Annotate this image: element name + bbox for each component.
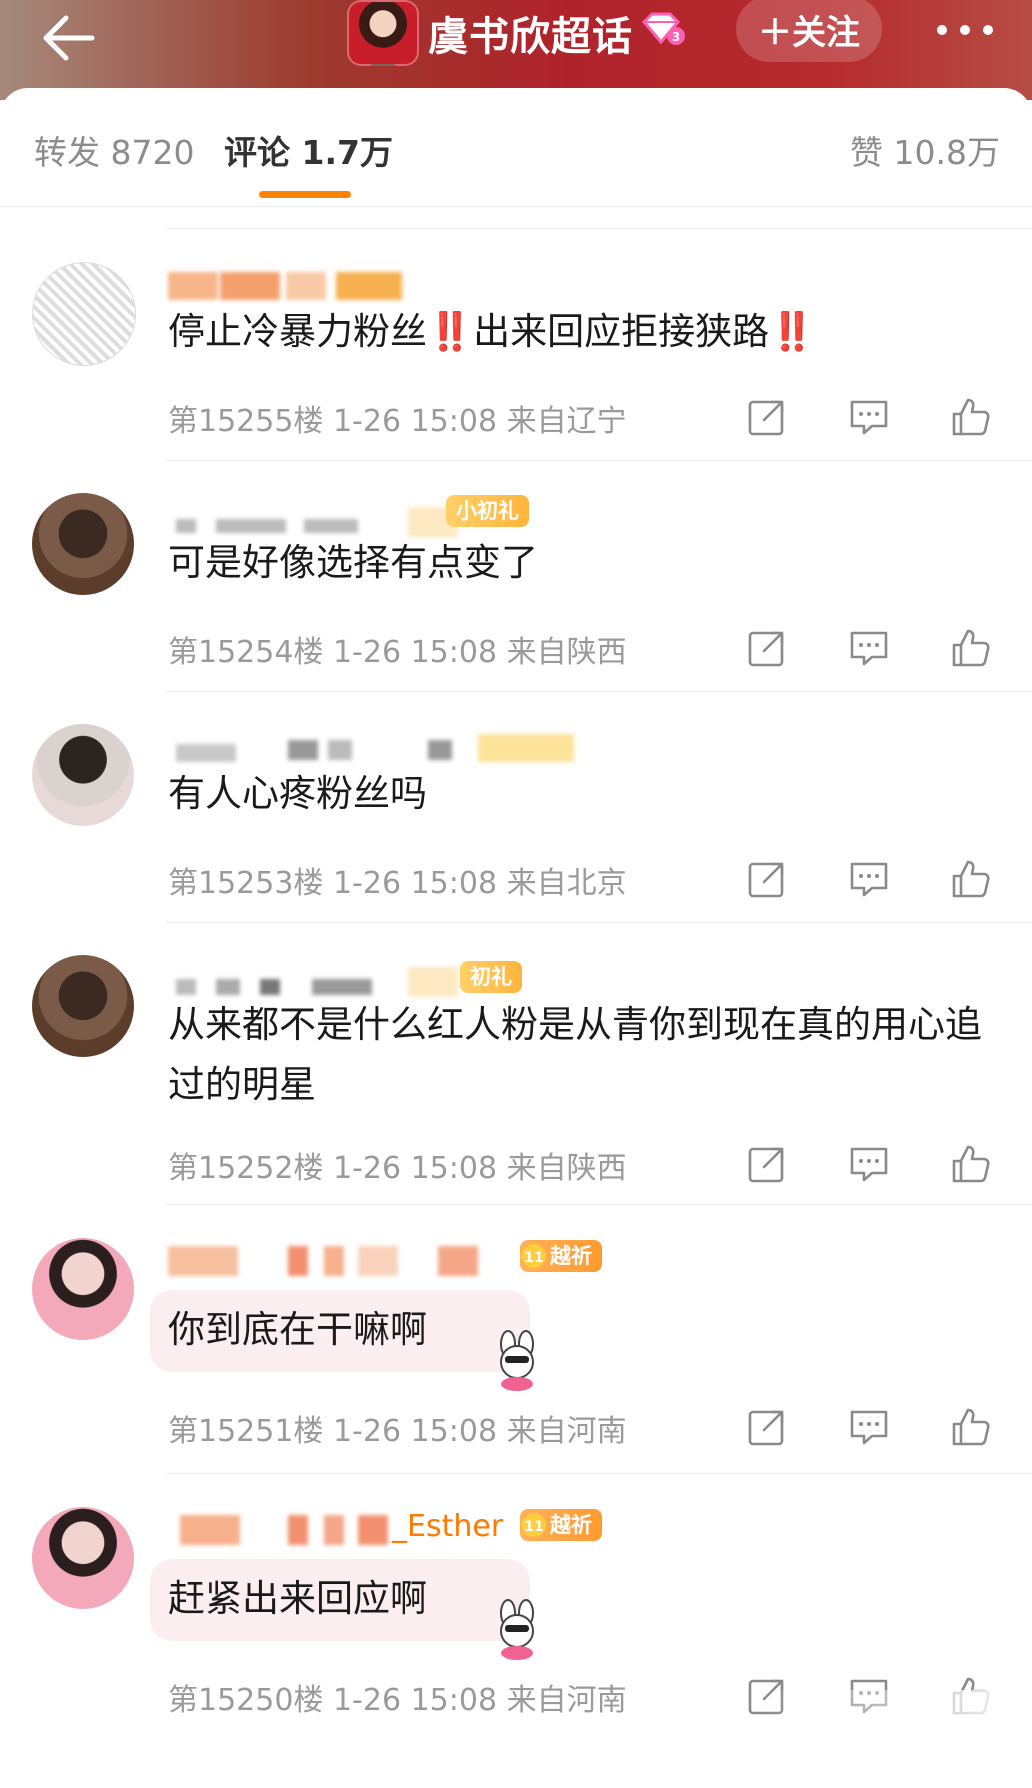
svg-text:11: 11: [524, 1519, 543, 1535]
topic-header: 虞书欣超话 3 ＋关注: [0, 0, 1032, 100]
username-redacted[interactable]: [168, 268, 408, 306]
bunny-sticker-icon: [500, 1330, 534, 1391]
comment-text: 你到底在干嘛啊: [168, 1308, 427, 1351]
tab-repost[interactable]: 转发 8720: [34, 126, 194, 174]
avatar[interactable]: [32, 1238, 134, 1340]
comment-meta: 第15255楼 1-26 15:08 来自辽宁: [168, 404, 627, 439]
divider: [166, 1473, 1032, 1474]
back-arrow-icon[interactable]: [36, 8, 106, 68]
username-redacted[interactable]: [168, 1242, 488, 1280]
double-exclamation-icon: ‼️: [427, 310, 474, 353]
comment-meta: 第15250楼 1-26 15:08 来自河南: [168, 1683, 627, 1718]
svg-text:11: 11: [524, 1250, 543, 1266]
divider: [166, 922, 1032, 923]
fan-level-icon: 11: [522, 1513, 546, 1537]
active-tab-indicator: [259, 191, 351, 198]
divider: [166, 228, 1032, 229]
comment-text-part: 停止冷暴力粉丝: [168, 310, 427, 353]
like-icon[interactable]: [950, 627, 992, 669]
topic-avatar[interactable]: [347, 0, 419, 66]
like-icon[interactable]: [950, 396, 992, 438]
follow-button[interactable]: ＋关注: [736, 0, 882, 62]
reply-icon[interactable]: [848, 1406, 890, 1448]
comment-text: 有人心疼粉丝吗: [168, 772, 427, 815]
watermark-fade: [760, 1690, 1020, 1726]
bunny-sticker-icon: [500, 1599, 534, 1660]
reply-icon[interactable]: [848, 858, 890, 900]
reply-icon[interactable]: [848, 627, 890, 669]
avatar[interactable]: [32, 493, 134, 595]
like-icon[interactable]: [950, 1143, 992, 1185]
divider: [166, 1204, 1032, 1205]
tab-comments[interactable]: 评论 1.7万: [224, 126, 393, 174]
like-icon[interactable]: [950, 858, 992, 900]
comment-text: 可是好像选择有点变了: [168, 541, 538, 584]
reply-icon[interactable]: [848, 396, 890, 438]
double-exclamation-icon: ‼️: [769, 310, 816, 353]
divider: [166, 460, 1032, 461]
topic-title[interactable]: 虞书欣超话: [428, 4, 633, 62]
comment-text: 停止冷暴力粉丝‼️出来回应拒接狭路‼️: [168, 302, 998, 362]
comment-meta: 第15251楼 1-26 15:08 来自河南: [168, 1414, 627, 1449]
comment-text: 从来都不是什么红人粉是从青你到现在真的用心追过的明星: [168, 1003, 982, 1106]
comment-meta: 第15254楼 1-26 15:08 来自陕西: [168, 635, 627, 670]
avatar[interactable]: [32, 955, 134, 1057]
tab-likes[interactable]: 赞 10.8万: [850, 126, 1000, 174]
share-icon[interactable]: [746, 858, 788, 900]
share-icon[interactable]: [746, 627, 788, 669]
avatar[interactable]: [32, 1507, 134, 1609]
svg-text:3: 3: [672, 30, 680, 44]
more-options-icon[interactable]: [930, 10, 1000, 50]
username-fragment[interactable]: _Esther: [392, 1509, 503, 1544]
comment-text-part: 出来回应拒接狭路: [473, 310, 770, 353]
fan-level-icon: 11: [522, 1244, 546, 1268]
comment-meta: 第15253楼 1-26 15:08 来自北京: [168, 866, 627, 901]
super-topic-gem-icon: 3: [641, 12, 685, 45]
share-icon[interactable]: [746, 1143, 788, 1185]
comment-text: 赶紧出来回应啊: [168, 1577, 427, 1620]
avatar[interactable]: [32, 724, 134, 826]
fan-badge[interactable]: 初礼: [460, 961, 522, 993]
share-icon[interactable]: [746, 396, 788, 438]
avatar[interactable]: [32, 262, 136, 366]
reply-icon[interactable]: [848, 1143, 890, 1185]
share-icon[interactable]: [746, 1406, 788, 1448]
comment-meta: 第15252楼 1-26 15:08 来自陕西: [168, 1151, 627, 1186]
divider: [166, 691, 1032, 692]
like-icon[interactable]: [950, 1406, 992, 1448]
fan-badge[interactable]: 小初礼: [446, 495, 529, 527]
